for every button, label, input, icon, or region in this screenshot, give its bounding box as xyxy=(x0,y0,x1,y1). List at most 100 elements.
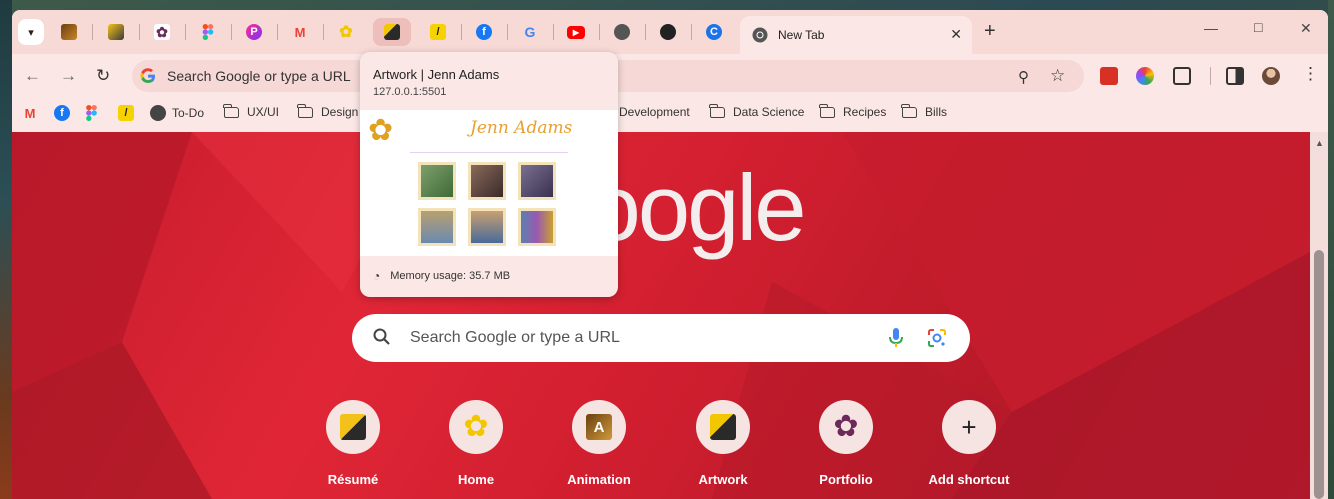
home-tab[interactable]: ✿ xyxy=(327,18,365,46)
bookmark-label: Design xyxy=(321,105,359,119)
memory-usage: ◔ Memory usage: 35.7 MB xyxy=(373,269,510,283)
bookmark-folder-recipes[interactable]: Recipes xyxy=(819,103,887,119)
bookmark-todo-app[interactable]: / xyxy=(118,105,134,121)
zoom-icon[interactable]: ⚲ xyxy=(1018,68,1029,86)
gallery-thumb xyxy=(468,208,506,246)
resume-tab[interactable] xyxy=(97,18,135,46)
preview-nav xyxy=(410,152,568,153)
google-tab[interactable]: G xyxy=(511,18,549,46)
reload-icon[interactable]: ↻ xyxy=(96,66,110,86)
search-placeholder: Search Google or type a URL xyxy=(410,329,620,346)
desktop-background-right xyxy=(1328,0,1334,499)
desktop-background-left xyxy=(0,0,12,499)
avatar[interactable] xyxy=(1262,67,1280,85)
tab-separator xyxy=(645,24,646,40)
microphone-icon[interactable] xyxy=(888,327,904,349)
side-panel-icon[interactable] xyxy=(1226,67,1244,85)
tab-separator xyxy=(277,24,278,40)
gallery-thumb xyxy=(468,162,506,200)
animation-tab[interactable] xyxy=(50,18,88,46)
google-icon xyxy=(140,68,156,89)
folder-icon xyxy=(819,103,835,118)
tab-separator xyxy=(553,24,554,40)
bookmark-gmail[interactable]: M xyxy=(22,105,38,121)
hover-card-url: 127.0.0.1:5501 xyxy=(373,86,447,98)
minimize-icon[interactable]: — xyxy=(1204,20,1218,36)
github-tab[interactable] xyxy=(649,18,687,46)
shortcut-home[interactable]: ✿ Home xyxy=(421,400,531,487)
gauge-icon: ◔ xyxy=(373,269,381,283)
folder-icon xyxy=(901,103,917,118)
web-tab[interactable] xyxy=(603,18,641,46)
tab-hover-card: Artwork | Jenn Adams 127.0.0.1:5501 ✿ Je… xyxy=(360,52,618,297)
page-preview-thumbnail: ✿ Jenn Adams xyxy=(360,110,618,256)
facebook-tab[interactable]: f xyxy=(465,18,503,46)
shortcut-animation[interactable]: A Animation xyxy=(544,400,654,487)
tab-new-tab[interactable]: New Tab ✕ xyxy=(740,16,972,54)
color-picker-extension-icon[interactable] xyxy=(1136,67,1154,85)
bookmark-folder-data-science[interactable]: Data Science xyxy=(709,103,804,119)
extension-red-icon[interactable] xyxy=(1100,67,1118,85)
shortcut-label: Add shortcut xyxy=(928,472,1010,487)
close-icon[interactable]: ✕ xyxy=(950,26,962,43)
portfolio-tab[interactable]: ✿ xyxy=(143,18,181,46)
artwork-tab[interactable] xyxy=(373,18,411,46)
bookmark-todo[interactable]: To-Do xyxy=(150,105,204,121)
search-icon xyxy=(373,328,390,345)
shortcut-portfolio[interactable]: ✿ Portfolio xyxy=(791,400,901,487)
forward-icon[interactable]: → xyxy=(60,66,77,86)
bookmarks-bar: M f / To-Do UX/UI Design Development Dat… xyxy=(12,98,1328,132)
chrome-c-tab[interactable]: C xyxy=(695,18,733,46)
shortcut-add[interactable]: + Add shortcut xyxy=(914,400,1024,487)
scrollbar-thumb[interactable] xyxy=(1314,250,1324,499)
youtube-tab[interactable]: ▶ xyxy=(557,18,595,46)
figma-tab[interactable] xyxy=(189,18,227,46)
shortcut-artwork[interactable]: Artwork xyxy=(668,400,778,487)
google-logo: Google xyxy=(518,155,806,260)
menu-kebab-icon[interactable]: ⋮ xyxy=(1302,64,1319,84)
search-input[interactable]: Search Google or type a URL xyxy=(352,314,970,362)
shortcut-resume[interactable]: Résumé xyxy=(298,400,408,487)
gallery-thumb xyxy=(418,208,456,246)
bookmark-label: Recipes xyxy=(843,105,887,119)
chevron-down-icon: ▾ xyxy=(28,26,34,39)
shortcut-tile: A xyxy=(572,400,626,454)
new-tab-button[interactable]: + xyxy=(984,21,996,41)
shortcut-label: Résumé xyxy=(327,472,379,487)
shortcut-label: Animation xyxy=(567,472,631,487)
globe-icon xyxy=(614,24,630,40)
omnibox-text: Search Google or type a URL xyxy=(167,68,351,84)
close-window-icon[interactable]: ✕ xyxy=(1300,20,1312,37)
chrome-icon xyxy=(752,27,768,43)
figma-icon xyxy=(202,24,214,40)
preview-brand: Jenn Adams xyxy=(470,118,573,138)
folder-icon xyxy=(709,103,725,118)
scrollbar[interactable]: ▲ xyxy=(1310,132,1328,499)
bookmark-facebook[interactable]: f xyxy=(54,105,70,121)
tab-separator xyxy=(139,24,140,40)
back-icon[interactable]: ← xyxy=(24,66,41,86)
maximize-icon[interactable]: □ xyxy=(1254,19,1262,35)
tab-search-button[interactable]: ▾ xyxy=(18,19,44,45)
gallery-thumb xyxy=(518,208,556,246)
github-icon xyxy=(660,24,676,40)
toolbar-divider xyxy=(1210,67,1211,85)
bookmark-folder-bills[interactable]: Bills xyxy=(901,103,947,119)
bookmark-figma[interactable] xyxy=(86,105,97,121)
extensions-puzzle-icon[interactable] xyxy=(1173,67,1191,85)
picsart-tab[interactable]: P xyxy=(235,18,273,46)
google-lens-icon[interactable] xyxy=(926,327,948,349)
todo-tab[interactable]: / xyxy=(419,18,457,46)
bookmark-star-icon[interactable]: ☆ xyxy=(1050,66,1065,86)
scroll-up-icon[interactable]: ▲ xyxy=(1315,138,1324,148)
flower-portfolio-icon: ✿ xyxy=(154,24,170,40)
preview-gallery xyxy=(418,162,562,246)
memory-usage-text: Memory usage: 35.7 MB xyxy=(390,270,511,282)
folder-icon xyxy=(223,103,239,118)
gmail-tab[interactable]: M xyxy=(281,18,319,46)
bookmark-folder-uxui[interactable]: UX/UI xyxy=(223,103,279,119)
shortcut-tile: ✿ xyxy=(819,400,873,454)
yellow-flower-icon: ✿ xyxy=(463,410,489,443)
bookmark-folder-design[interactable]: Design xyxy=(297,103,359,119)
hover-card-title: Artwork | Jenn Adams xyxy=(373,67,500,82)
